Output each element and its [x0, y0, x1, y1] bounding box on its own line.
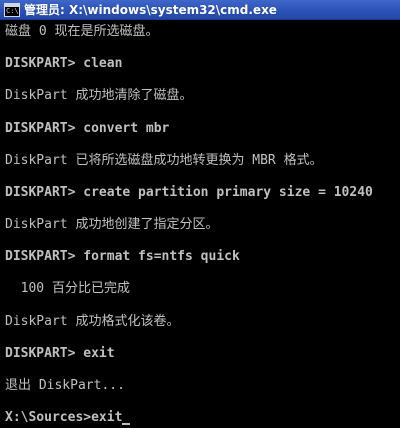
console-line: 退出 DiskPart...	[5, 378, 125, 393]
prompt-line[interactable]: X:\Sources>exit	[5, 408, 131, 428]
console-line: DISKPART> convert mbr	[5, 121, 170, 136]
text-cursor	[122, 423, 131, 425]
window-title: 管理员: X:\windows\system32\cmd.exe	[24, 3, 277, 17]
console-line: DiskPart 成功格式化该卷。	[5, 314, 180, 329]
cmd-window: C:\ 管理员: X:\windows\system32\cmd.exe 磁盘 …	[0, 0, 400, 428]
console-line: DiskPart 已将所选磁盘成功地转更换为 MBR 格式。	[5, 153, 323, 168]
console-line: DISKPART> format fs=ntfs quick	[5, 249, 240, 264]
console-line: DiskPart 成功地清除了磁盘。	[5, 88, 193, 103]
prompt-text: X:\Sources>exit	[5, 410, 123, 425]
console-line: DiskPart 成功地创建了指定分区。	[5, 217, 219, 232]
console-line: 100 百分比已完成	[5, 281, 130, 296]
console-line: DISKPART> exit	[5, 346, 115, 361]
title-bar[interactable]: C:\ 管理员: X:\windows\system32\cmd.exe	[0, 0, 400, 20]
cmd-window-icon[interactable]: C:\	[4, 2, 20, 17]
console-line: DISKPART> create partition primary size …	[5, 185, 373, 200]
console-line: 磁盘 0 现在是所选磁盘。	[5, 24, 159, 39]
console-output[interactable]: 磁盘 0 现在是所选磁盘。 DISKPART> clean DiskPart 成…	[5, 22, 397, 426]
console-line: DISKPART> clean	[5, 56, 123, 71]
